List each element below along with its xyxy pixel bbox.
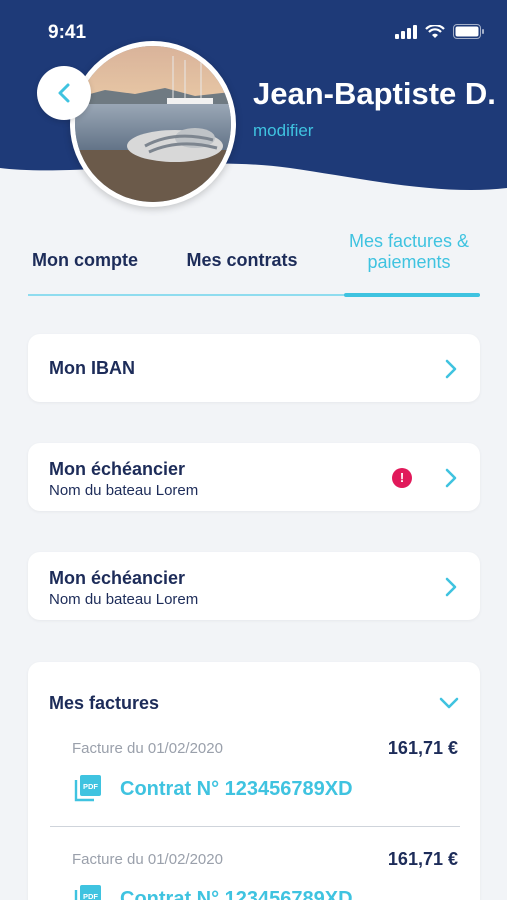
user-name: Jean-Baptiste D. [253,76,496,111]
cellular-signal-icon [395,24,417,39]
battery-icon [453,24,484,39]
svg-text:PDF: PDF [83,782,98,791]
chevron-right-icon [445,468,457,488]
invoice-divider [50,826,460,827]
contract-link[interactable]: Contrat N° 123456789XD [120,888,353,900]
pdf-icon: PDF [74,885,101,900]
svg-text:PDF: PDF [83,892,98,900]
pdf-icon: PDF [74,775,101,802]
invoice-amount: 161,71 € [387,738,458,758]
status-icons [395,24,485,39]
invoices-title: Mes factures [49,693,160,713]
avatar-photo [75,46,231,202]
profile-avatar[interactable] [70,41,236,207]
card-iban[interactable]: Mon IBAN [28,334,480,402]
card-subtitle: Nom du bateau Lorem [49,482,199,499]
card-echeancier-1[interactable]: Mon échéancier Nom du bateau Lorem ! [28,443,480,511]
tab-mon-compte[interactable]: Mon compte [28,250,142,271]
chevron-right-icon [445,359,457,379]
wifi-icon [425,24,445,38]
status-time: 9:41 [48,22,87,43]
card-title: Mon IBAN [49,358,135,378]
card-invoices: Mes factures Facture du 01/02/2020 161,7… [28,662,480,900]
contract-link[interactable]: Contrat N° 123456789XD [120,778,353,801]
alert-badge: ! [392,468,412,488]
invoice-date: Facture du 01/02/2020 [72,740,223,757]
card-title: Mon échéancier [49,459,186,479]
card-echeancier-2[interactable]: Mon échéancier Nom du bateau Lorem [28,552,480,620]
tab-active-indicator [344,293,480,297]
back-button[interactable] [37,66,91,120]
chevron-down-icon[interactable] [438,696,460,710]
invoice-date: Facture du 01/02/2020 [72,851,223,868]
status-bar: 9:41 [0,0,507,64]
chevron-right-icon [445,577,457,597]
tab-mes-factures-paiements[interactable]: Mes factures & paiements [336,231,482,273]
invoice-amount: 161,71 € [387,849,458,869]
card-subtitle: Nom du bateau Lorem [49,591,199,608]
card-title: Mon échéancier [49,568,186,588]
chevron-left-icon [58,83,70,103]
edit-profile-link[interactable]: modifier [253,121,313,141]
tab-bar: Mon compte Mes contrats Mes factures & p… [28,226,482,297]
tab-mes-contrats[interactable]: Mes contrats [180,250,304,271]
